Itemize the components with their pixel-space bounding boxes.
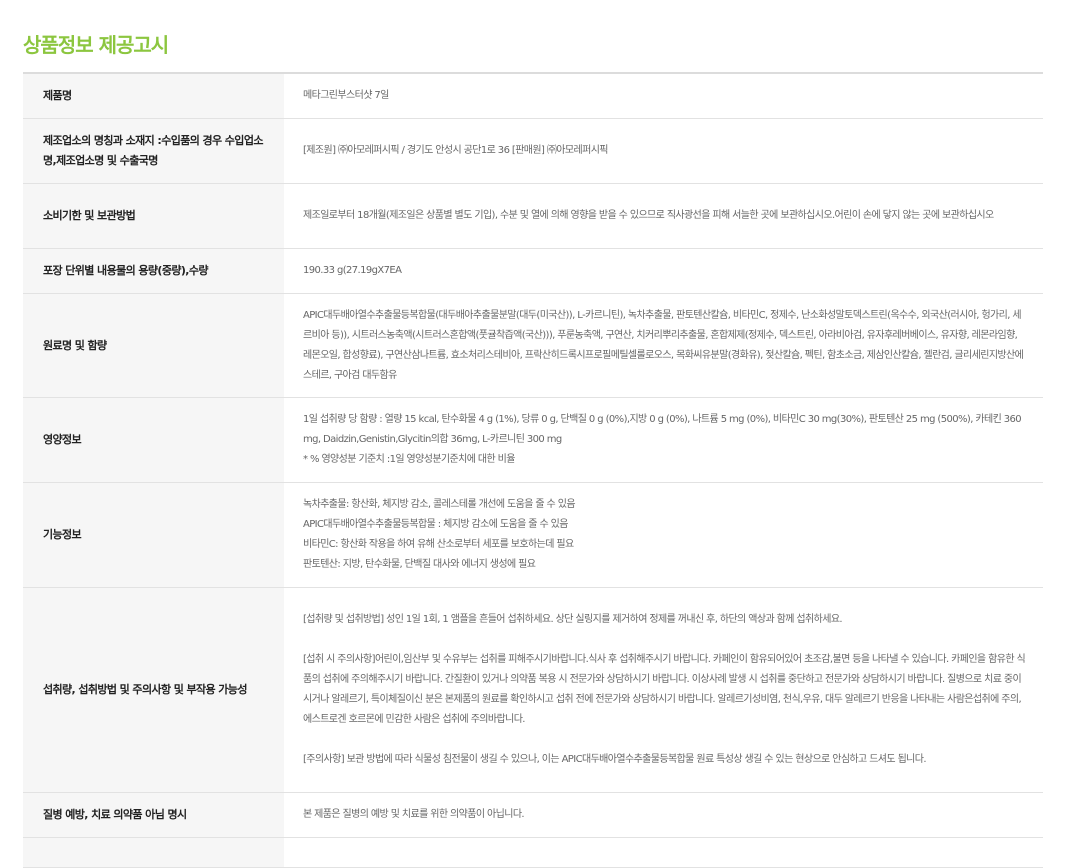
- table-row: 소비기한 및 보관방법 제조일로부터 18개월(제조일은 상품별 별도 기입), …: [23, 184, 1043, 249]
- row-value-line: 비타민C: 항산화 작용을 하여 유해 산소로부터 세포를 보호하는데 필요: [303, 539, 574, 550]
- row-value-line: * % 영양성분 기준치 :1일 영양성분기준치에 대한 비율: [303, 454, 515, 465]
- row-header: 제품명: [23, 74, 284, 118]
- table-row: 제조업소의 명칭과 소재지 :수입품의 경우 수입업소명,제조업소명 및 수출국…: [23, 119, 1043, 184]
- row-value-line: 190.33 g(27.19gX7EA: [303, 265, 402, 276]
- row-header: 섭취량, 섭취방법 및 주의사항 및 부작용 가능성: [23, 588, 284, 792]
- product-info-table: 제품명 메타그린부스터샷 7일제조업소의 명칭과 소재지 :수입품의 경우 수입업…: [23, 72, 1043, 868]
- row-header: 질병 예방, 치료 의약품 아님 명시: [23, 793, 284, 837]
- row-value: [284, 838, 1043, 867]
- product-info-notice: 상품정보 제공고시 제품명 메타그린부스터샷 7일제조업소의 명칭과 소재지 :수…: [23, 0, 1043, 868]
- row-value-line: 본 제품은 질병의 예방 및 치료를 위한 의약품이 아닙니다.: [303, 809, 525, 820]
- row-header: [23, 838, 284, 867]
- table-row: 원료명 및 함량 APIC대두배아열수추출물등복합물(대두배아추출물분말(대두(미…: [23, 294, 1043, 398]
- row-value-line: [303, 730, 1027, 750]
- row-value: [제조원] ㈜아모레퍼시픽 / 경기도 안성시 공단1로 36 [판매원] ㈜아…: [284, 119, 1043, 183]
- row-value: 본 제품은 질병의 예방 및 치료를 위한 의약품이 아닙니다.: [284, 793, 1043, 837]
- table-row: 기능정보 녹차추출물: 항산화, 체지방 감소, 콜레스테롤 개선에 도움을 줄 …: [23, 483, 1043, 588]
- row-value: 190.33 g(27.19gX7EA: [284, 249, 1043, 293]
- row-value-line: 판토텐산: 지방, 탄수화물, 단백질 대사와 에너지 생성에 필요: [303, 559, 536, 570]
- row-value-line: APIC대두배아열수추출물등복합물(대두배아추출물분말(대두(미국산)), L-…: [303, 309, 1024, 381]
- row-value-line: [섭취량 및 섭취방법] 성인 1일 1회, 1 앰플을 흔들어 섭취하세요. …: [303, 614, 843, 625]
- row-value-line: 1일 섭취량 당 함량 : 열량 15 kcal, 탄수화물 4 g (1%),…: [303, 414, 1022, 445]
- row-value-line: [주의사항] 보관 방법에 따라 식물성 침전물이 생길 수 있으나, 이는 A…: [303, 754, 927, 765]
- table-row: 포장 단위별 내용물의 용량(중량),수량 190.33 g(27.19gX7EA: [23, 249, 1043, 294]
- row-value: 녹차추출물: 항산화, 체지방 감소, 콜레스테롤 개선에 도움을 줄 수 있음…: [284, 483, 1043, 587]
- table-row: [23, 838, 1043, 868]
- row-value: 제조일로부터 18개월(제조일은 상품별 별도 기입), 수분 및 열에 의해 …: [284, 184, 1043, 248]
- row-header: 포장 단위별 내용물의 용량(중량),수량: [23, 249, 284, 293]
- row-header: 영양정보: [23, 398, 284, 482]
- row-value: APIC대두배아열수추출물등복합물(대두배아추출물분말(대두(미국산)), L-…: [284, 294, 1043, 397]
- row-header: 기능정보: [23, 483, 284, 587]
- row-header: 원료명 및 함량: [23, 294, 284, 397]
- row-value-line: 제조일로부터 18개월(제조일은 상품별 별도 기입), 수분 및 열에 의해 …: [303, 210, 994, 221]
- row-value-line: 녹차추출물: 항산화, 체지방 감소, 콜레스테롤 개선에 도움을 줄 수 있음: [303, 499, 576, 510]
- row-value-line: [섭취 시 주의사항]어린이,임산부 및 수유부는 섭취를 피해주시기바랍니다.…: [303, 654, 1026, 725]
- row-value: 메타그린부스터샷 7일: [284, 74, 1043, 118]
- row-value: 1일 섭취량 당 함량 : 열량 15 kcal, 탄수화물 4 g (1%),…: [284, 398, 1043, 482]
- table-row: 섭취량, 섭취방법 및 주의사항 및 부작용 가능성 [섭취량 및 섭취방법] 성…: [23, 588, 1043, 793]
- row-value-line: [303, 848, 1027, 857]
- row-value-line: [303, 630, 1027, 650]
- section-title: 상품정보 제공고시: [23, 33, 169, 57]
- row-value-line: [제조원] ㈜아모레퍼시픽 / 경기도 안성시 공단1로 36 [판매원] ㈜아…: [303, 145, 609, 156]
- row-value: [섭취량 및 섭취방법] 성인 1일 1회, 1 앰플을 흔들어 섭취하세요. …: [284, 588, 1043, 792]
- table-row: 질병 예방, 치료 의약품 아님 명시 본 제품은 질병의 예방 및 치료를 위한…: [23, 793, 1043, 838]
- table-row: 제품명 메타그린부스터샷 7일: [23, 74, 1043, 119]
- table-row: 영양정보 1일 섭취량 당 함량 : 열량 15 kcal, 탄수화물 4 g (…: [23, 398, 1043, 483]
- row-header: 제조업소의 명칭과 소재지 :수입품의 경우 수입업소명,제조업소명 및 수출국…: [23, 119, 284, 183]
- row-value-line: 메타그린부스터샷 7일: [303, 90, 389, 101]
- row-header: 소비기한 및 보관방법: [23, 184, 284, 248]
- row-value-line: APIC대두배아열수추출물등복합물 : 체지방 감소에 도움을 줄 수 있음: [303, 519, 568, 530]
